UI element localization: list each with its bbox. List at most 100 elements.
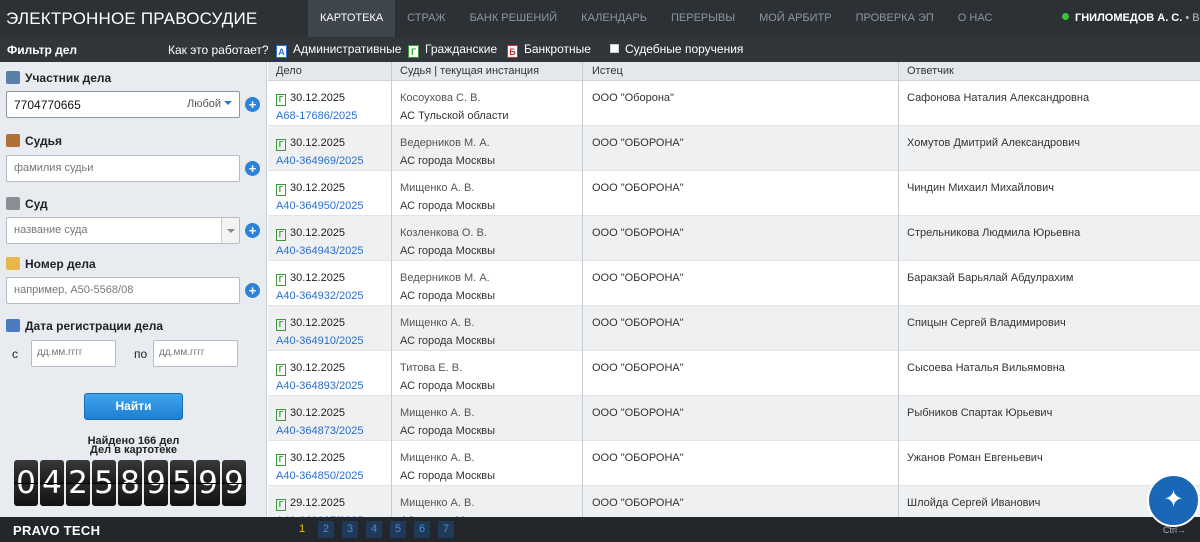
- judge-cell: Ведерников М. А. АС города Москвы: [400, 134, 495, 170]
- table-row[interactable]: Г 30.12.2025 А68-17686/2025 Косоухова С. В.…: [268, 81, 1200, 126]
- judge-input[interactable]: фамилия судьи: [6, 155, 240, 182]
- participant-label: Участник дела: [25, 71, 112, 85]
- defendant-cell[interactable]: Спицын Сергей Владимирович: [907, 314, 1066, 332]
- defendant-cell[interactable]: Баракзай Барьялай Абдулрахим: [907, 269, 1073, 287]
- plaintiff-cell[interactable]: ООО "Оборона": [592, 89, 674, 107]
- column-divider: [582, 62, 583, 517]
- table-row[interactable]: Г 30.12.2025 А40-364850/2025 Мищенко А. В. А…: [268, 441, 1200, 486]
- nav-about[interactable]: О НАС: [946, 0, 1005, 37]
- category-bankruptcy[interactable]: Б Банкротные: [507, 42, 591, 58]
- court-input[interactable]: название суда: [6, 217, 240, 244]
- page-link[interactable]: 1: [294, 521, 310, 538]
- case-number-link[interactable]: А68-17686/2025: [276, 107, 357, 125]
- nav-breaks[interactable]: ПЕРЕРЫВЫ: [659, 0, 747, 37]
- counter-digit: 9: [196, 460, 220, 506]
- case-number-link[interactable]: А40-364950/2025: [276, 197, 363, 215]
- nav-bank-resheniy[interactable]: БАНК РЕШЕНИЙ: [458, 0, 570, 37]
- page-link[interactable]: 4: [366, 521, 382, 538]
- nav-check-ep[interactable]: ПРОВЕРКА ЭП: [844, 0, 946, 37]
- defendant-cell[interactable]: Сысоева Наталья Вильямовна: [907, 359, 1065, 377]
- eagle-emblem-icon[interactable]: ✦: [1147, 474, 1200, 527]
- case-number-link[interactable]: А40-364873/2025: [276, 422, 363, 440]
- case-number-link[interactable]: А40-364893/2025: [276, 377, 363, 395]
- table-row[interactable]: Г 30.12.2025 А40-364969/2025 Ведерников М. …: [268, 126, 1200, 171]
- defendant-cell[interactable]: Шлойда Сергей Иванович: [907, 494, 1040, 512]
- page-link[interactable]: 5: [390, 521, 406, 538]
- case-number-link[interactable]: А40-364910/2025: [276, 332, 363, 350]
- nav-my-arbitr[interactable]: МОЙ АРБИТР: [747, 0, 844, 37]
- find-button[interactable]: Найти: [84, 393, 183, 420]
- found-summary: Найдено 166 дел Дел в картотеке: [0, 436, 267, 456]
- defendant-cell[interactable]: Сафонова Наталия Александровна: [907, 89, 1089, 107]
- plaintiff-cell[interactable]: ООО "ОБОРОНА": [592, 359, 684, 377]
- plaintiff-cell[interactable]: ООО "ОБОРОНА": [592, 314, 684, 332]
- participant-input[interactable]: 7704770665 Любой: [6, 91, 240, 118]
- role-select[interactable]: Любой: [187, 98, 232, 110]
- case-number-link[interactable]: А40-364850/2025: [276, 467, 363, 485]
- page-link[interactable]: 7: [438, 521, 454, 538]
- add-case-number-button[interactable]: +: [245, 283, 260, 298]
- page-link[interactable]: 6: [414, 521, 430, 538]
- defendant-cell[interactable]: Стрельникова Людмила Юрьевна: [907, 224, 1080, 242]
- civil-case-icon: Г: [276, 319, 286, 331]
- category-administrative[interactable]: A Административные: [276, 42, 401, 58]
- plaintiff-cell[interactable]: ООО "ОБОРОНА": [592, 269, 684, 287]
- table-row[interactable]: Г 30.12.2025 А40-364943/2025 Козленкова О. …: [268, 216, 1200, 261]
- date-from-input[interactable]: дд.мм.гггг: [31, 340, 116, 367]
- judge-name: Ведерников М. А.: [400, 272, 490, 284]
- page-link[interactable]: 3: [342, 521, 358, 538]
- col-header-case[interactable]: Дело: [276, 65, 302, 77]
- defendant-cell[interactable]: Рыбников Спартак Юрьевич: [907, 404, 1052, 422]
- nav-kartoteka[interactable]: КАРТОТЕКА: [308, 0, 396, 37]
- checkbox-icon[interactable]: [610, 44, 619, 53]
- category-civil[interactable]: Г Гражданские: [408, 42, 497, 58]
- plaintiff-cell[interactable]: ООО "ОБОРОНА": [592, 494, 684, 512]
- defendant-cell[interactable]: Хомутов Дмитрий Александрович: [907, 134, 1080, 152]
- court-section: Суд: [6, 197, 48, 211]
- counter-digit: 9: [144, 460, 168, 506]
- page-link[interactable]: 2: [318, 521, 334, 538]
- table-row[interactable]: Г 30.12.2025 А40-364910/2025 Мищенко А. В. А…: [268, 306, 1200, 351]
- court-label: Суд: [25, 197, 48, 211]
- case-number-input[interactable]: например, А50-5568/08: [6, 277, 240, 304]
- civil-case-icon: Г: [276, 409, 286, 421]
- folder-icon: [6, 257, 20, 270]
- user-menu[interactable]: ГНИЛОМЕДОВ А. С. • ВЫ: [1062, 12, 1200, 24]
- table-row[interactable]: Г 30.12.2025 А40-364932/2025 Ведерников М. …: [268, 261, 1200, 306]
- case-number-link[interactable]: А40-364932/2025: [276, 287, 363, 305]
- case-number-link[interactable]: А40-364969/2025: [276, 152, 363, 170]
- court-dropdown-arrow[interactable]: [221, 218, 239, 243]
- courthouse-icon: [6, 197, 20, 210]
- table-row[interactable]: Г 30.12.2025 А40-364873/2025 Мищенко А. В. А…: [268, 396, 1200, 441]
- add-judge-button[interactable]: +: [245, 161, 260, 176]
- col-header-defendant[interactable]: Ответчик: [907, 65, 954, 77]
- judge-section: Судья: [6, 134, 62, 148]
- case-number-label: Номер дела: [25, 257, 96, 271]
- plaintiff-cell[interactable]: ООО "ОБОРОНА": [592, 404, 684, 422]
- add-court-button[interactable]: +: [245, 223, 260, 238]
- nav-strazh[interactable]: СТРАЖ: [395, 0, 457, 37]
- plaintiff-cell[interactable]: ООО "ОБОРОНА": [592, 179, 684, 197]
- table-row[interactable]: Г 30.12.2025 А40-364950/2025 Мищенко А. В. А…: [268, 171, 1200, 216]
- nav-calendar[interactable]: КАЛЕНДАРЬ: [569, 0, 659, 37]
- table-row[interactable]: Г29.12.2025А40-362987/2025Мищенко А. В.А…: [268, 486, 1200, 517]
- pravo-tech-logo[interactable]: PRAVO TECH: [13, 523, 100, 538]
- brand-title[interactable]: ЭЛЕКТРОННОЕ ПРАВОСУДИЕ: [6, 9, 257, 29]
- plaintiff-cell[interactable]: ООО "ОБОРОНА": [592, 224, 684, 242]
- plaintiff-cell[interactable]: ООО "ОБОРОНА": [592, 449, 684, 467]
- add-participant-button[interactable]: +: [245, 97, 260, 112]
- col-header-plaintiff[interactable]: Истец: [592, 65, 623, 77]
- reg-date-label: Дата регистрации дела: [25, 319, 164, 333]
- logout-link[interactable]: • ВЫ: [1185, 12, 1200, 24]
- plaintiff-cell[interactable]: ООО "ОБОРОНА": [592, 134, 684, 152]
- case-number-link[interactable]: А40-364943/2025: [276, 242, 363, 260]
- defendant-cell[interactable]: Чиндин Михаил Михайлович: [907, 179, 1054, 197]
- date-to-input[interactable]: дд.мм.гггг: [153, 340, 238, 367]
- category-court-orders[interactable]: Судебные поручения: [610, 42, 743, 56]
- table-row[interactable]: Г 30.12.2025 А40-364893/2025 Титова Е. В. АС…: [268, 351, 1200, 396]
- how-it-works-link[interactable]: Как это работает?: [168, 43, 269, 57]
- defendant-cell[interactable]: Ужанов Роман Евгеньевич: [907, 449, 1043, 467]
- court-name: АС города Москвы: [400, 290, 496, 302]
- case-date: 30.12.2025: [290, 452, 346, 464]
- col-header-judge[interactable]: Судья | текущая инстанция: [400, 65, 539, 77]
